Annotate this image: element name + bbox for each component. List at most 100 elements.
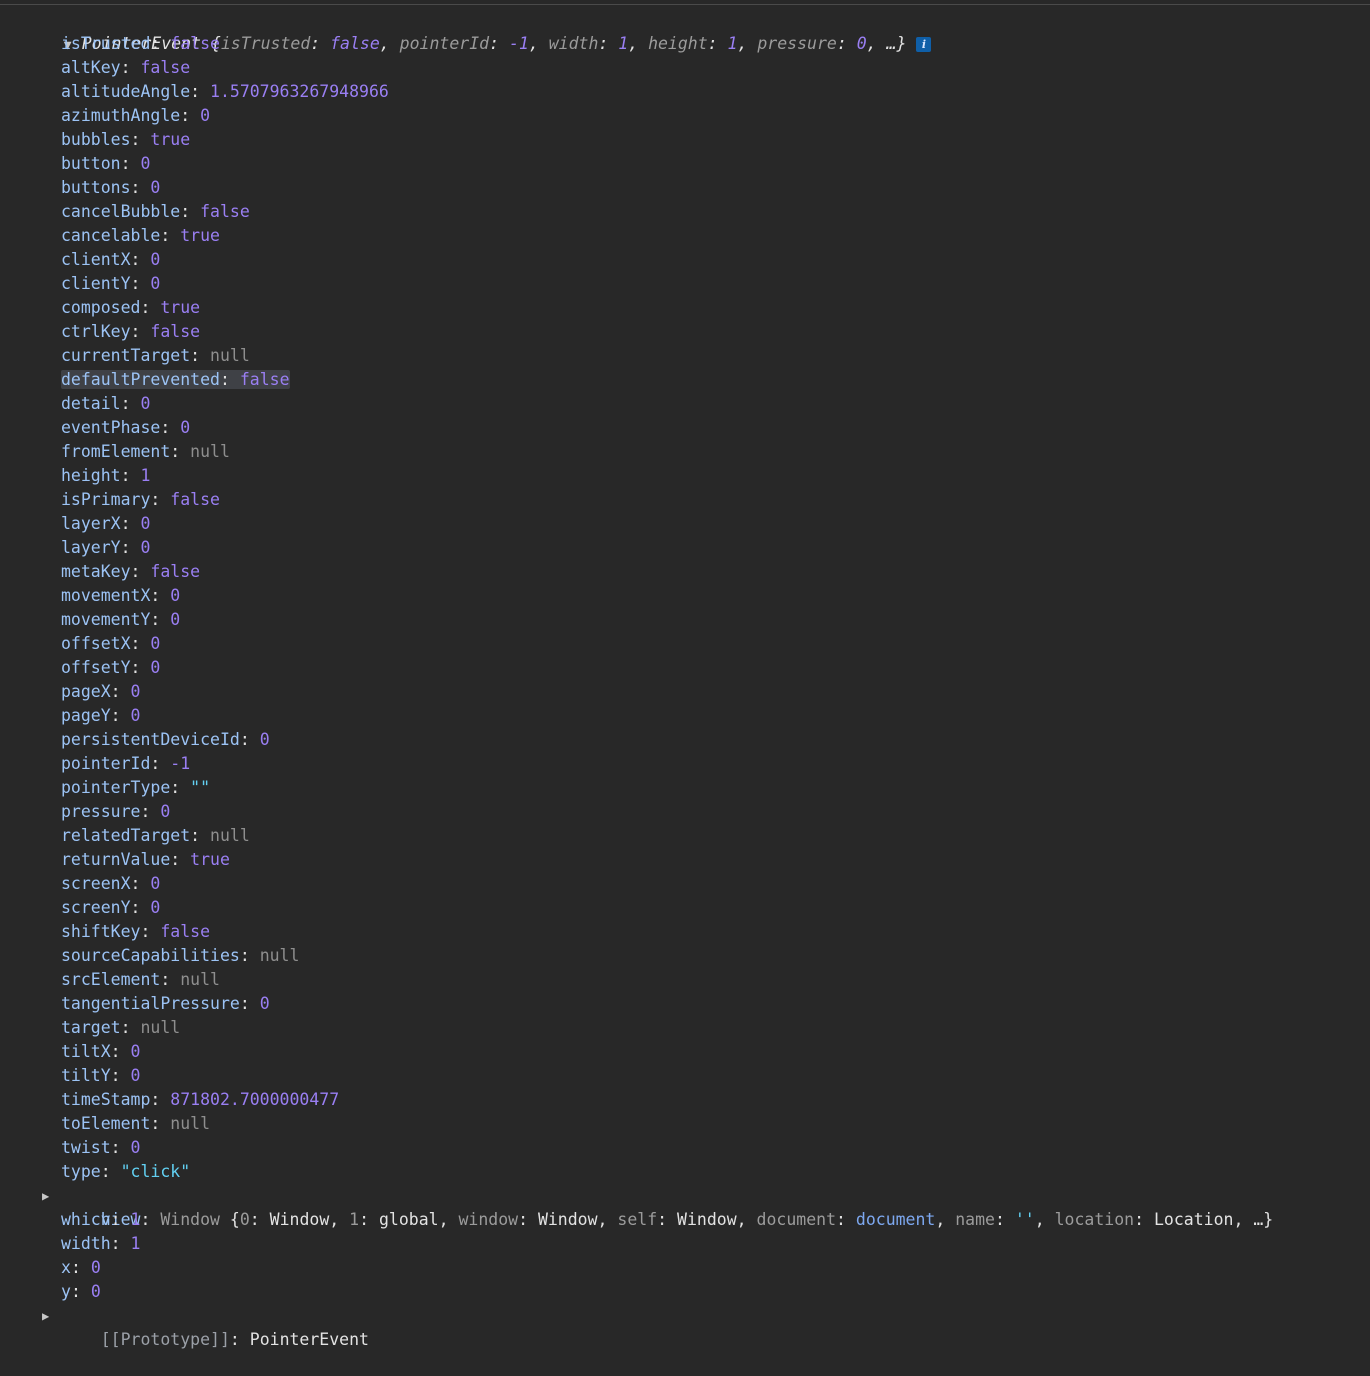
object-header[interactable]: ▼ PointerEvent {isTrusted: false, pointer… — [0, 8, 1370, 53]
property-row[interactable]: returnValue: true — [0, 848, 1370, 872]
property-row[interactable]: offsetY: 0 — [0, 656, 1370, 680]
colon-separator: : — [110, 1138, 131, 1157]
view-property-row[interactable]: ▶ view: Window {0: Window, 1: global, win… — [0, 1184, 1370, 1229]
colon-separator: : — [120, 466, 141, 485]
property-value: false — [200, 202, 250, 221]
property-value: null — [140, 1018, 181, 1037]
property-value: null — [259, 946, 300, 965]
property-row[interactable]: relatedTarget: null — [0, 824, 1370, 848]
prototype-row[interactable]: ▶ [[Prototype]]: PointerEvent — [0, 1304, 1370, 1349]
property-key: movementY — [61, 610, 151, 629]
property-row[interactable]: tangentialPressure: 0 — [0, 992, 1370, 1016]
collapsed-triangle-icon[interactable]: ▶ — [42, 1304, 49, 1328]
property-key: eventPhase — [61, 418, 161, 437]
console-object-tree: ▼ PointerEvent {isTrusted: false, pointer… — [0, 8, 1370, 1349]
property-row[interactable]: bubbles: true — [0, 128, 1370, 152]
property-key: movementX — [61, 586, 151, 605]
property-row[interactable]: clientX: 0 — [0, 248, 1370, 272]
property-pair: ctrlKey: false — [61, 322, 200, 341]
property-row[interactable]: offsetX: 0 — [0, 632, 1370, 656]
property-key: which — [61, 1210, 111, 1229]
property-row[interactable]: x: 0 — [0, 1256, 1370, 1280]
property-pair: y: 0 — [61, 1282, 101, 1301]
colon-separator: : — [130, 634, 151, 653]
property-pair: isPrimary: false — [61, 490, 220, 509]
property-row[interactable]: target: null — [0, 1016, 1370, 1040]
property-key: pointerId — [61, 754, 151, 773]
property-pair: type: "click" — [61, 1162, 190, 1181]
property-row[interactable]: cancelBubble: false — [0, 200, 1370, 224]
property-row[interactable]: azimuthAngle: 0 — [0, 104, 1370, 128]
property-row[interactable]: detail: 0 — [0, 392, 1370, 416]
property-row[interactable]: type: "click" — [0, 1160, 1370, 1184]
colon-separator: : — [140, 802, 161, 821]
property-value: null — [210, 346, 250, 365]
property-row[interactable]: fromElement: null — [0, 440, 1370, 464]
property-row[interactable]: layerX: 0 — [0, 512, 1370, 536]
colon-separator: : — [239, 946, 260, 965]
property-row[interactable]: srcElement: null — [0, 968, 1370, 992]
colon-separator: : — [150, 586, 171, 605]
property-value: false — [140, 58, 191, 77]
property-row[interactable]: pointerId: -1 — [0, 752, 1370, 776]
property-row[interactable]: ctrlKey: false — [0, 320, 1370, 344]
property-row[interactable]: which: 1 — [0, 1208, 1370, 1232]
colon-separator: : — [120, 394, 141, 413]
colon-separator: : — [160, 418, 181, 437]
property-row[interactable]: cancelable: true — [0, 224, 1370, 248]
property-row[interactable]: timeStamp: 871802.7000000477 — [0, 1088, 1370, 1112]
property-row[interactable]: altKey: false — [0, 56, 1370, 80]
property-key: clientY — [61, 274, 131, 293]
property-row[interactable]: pointerType: "" — [0, 776, 1370, 800]
property-row[interactable]: metaKey: false — [0, 560, 1370, 584]
property-row[interactable]: persistentDeviceId: 0 — [0, 728, 1370, 752]
property-row[interactable]: composed: true — [0, 296, 1370, 320]
property-row[interactable]: pageX: 0 — [0, 680, 1370, 704]
property-row[interactable]: height: 1 — [0, 464, 1370, 488]
property-pair: tangentialPressure: 0 — [61, 994, 270, 1013]
property-row[interactable]: pressure: 0 — [0, 800, 1370, 824]
property-pair: pageY: 0 — [61, 706, 140, 725]
property-row[interactable]: toElement: null — [0, 1112, 1370, 1136]
property-row[interactable]: buttons: 0 — [0, 176, 1370, 200]
property-key: pointerType — [61, 778, 171, 797]
property-row[interactable]: y: 0 — [0, 1280, 1370, 1304]
property-pair: movementY: 0 — [61, 610, 180, 629]
property-pair: tiltX: 0 — [61, 1042, 140, 1061]
property-key: type — [61, 1162, 101, 1181]
property-row[interactable]: clientY: 0 — [0, 272, 1370, 296]
property-row[interactable]: twist: 0 — [0, 1136, 1370, 1160]
property-row[interactable]: movementX: 0 — [0, 584, 1370, 608]
property-value: "" — [190, 778, 211, 797]
property-pair: currentTarget: null — [61, 346, 250, 365]
property-row[interactable]: width: 1 — [0, 1232, 1370, 1256]
property-row[interactable]: shiftKey: false — [0, 920, 1370, 944]
property-row[interactable]: isPrimary: false — [0, 488, 1370, 512]
property-row[interactable]: tiltX: 0 — [0, 1040, 1370, 1064]
property-row[interactable]: sourceCapabilities: null — [0, 944, 1370, 968]
property-list-after: which: 1 width: 1 x: 0 y: 0 — [0, 1208, 1370, 1304]
colon-separator: : — [130, 874, 151, 893]
property-key: tangentialPressure — [61, 994, 240, 1013]
colon-separator: : — [190, 826, 211, 845]
property-row[interactable]: currentTarget: null — [0, 344, 1370, 368]
property-key: height — [61, 466, 121, 485]
property-row[interactable]: movementY: 0 — [0, 608, 1370, 632]
property-value: false — [239, 370, 290, 389]
property-value: 1.5707963267948966 — [210, 82, 389, 101]
property-row[interactable]: screenY: 0 — [0, 896, 1370, 920]
property-row[interactable]: altitudeAngle: 1.5707963267948966 — [0, 80, 1370, 104]
property-row[interactable]: isTrusted: false — [0, 32, 1370, 56]
property-row[interactable]: layerY: 0 — [0, 536, 1370, 560]
colon-separator: : — [130, 658, 151, 677]
property-row[interactable]: pageY: 0 — [0, 704, 1370, 728]
colon-separator: : — [70, 1258, 91, 1277]
colon-separator: : — [120, 1018, 141, 1037]
property-value: false — [150, 322, 201, 341]
property-row[interactable]: defaultPrevented: false — [0, 368, 1370, 392]
collapsed-triangle-icon[interactable]: ▶ — [42, 1184, 49, 1208]
property-row[interactable]: tiltY: 0 — [0, 1064, 1370, 1088]
property-row[interactable]: button: 0 — [0, 152, 1370, 176]
property-row[interactable]: screenX: 0 — [0, 872, 1370, 896]
property-row[interactable]: eventPhase: 0 — [0, 416, 1370, 440]
